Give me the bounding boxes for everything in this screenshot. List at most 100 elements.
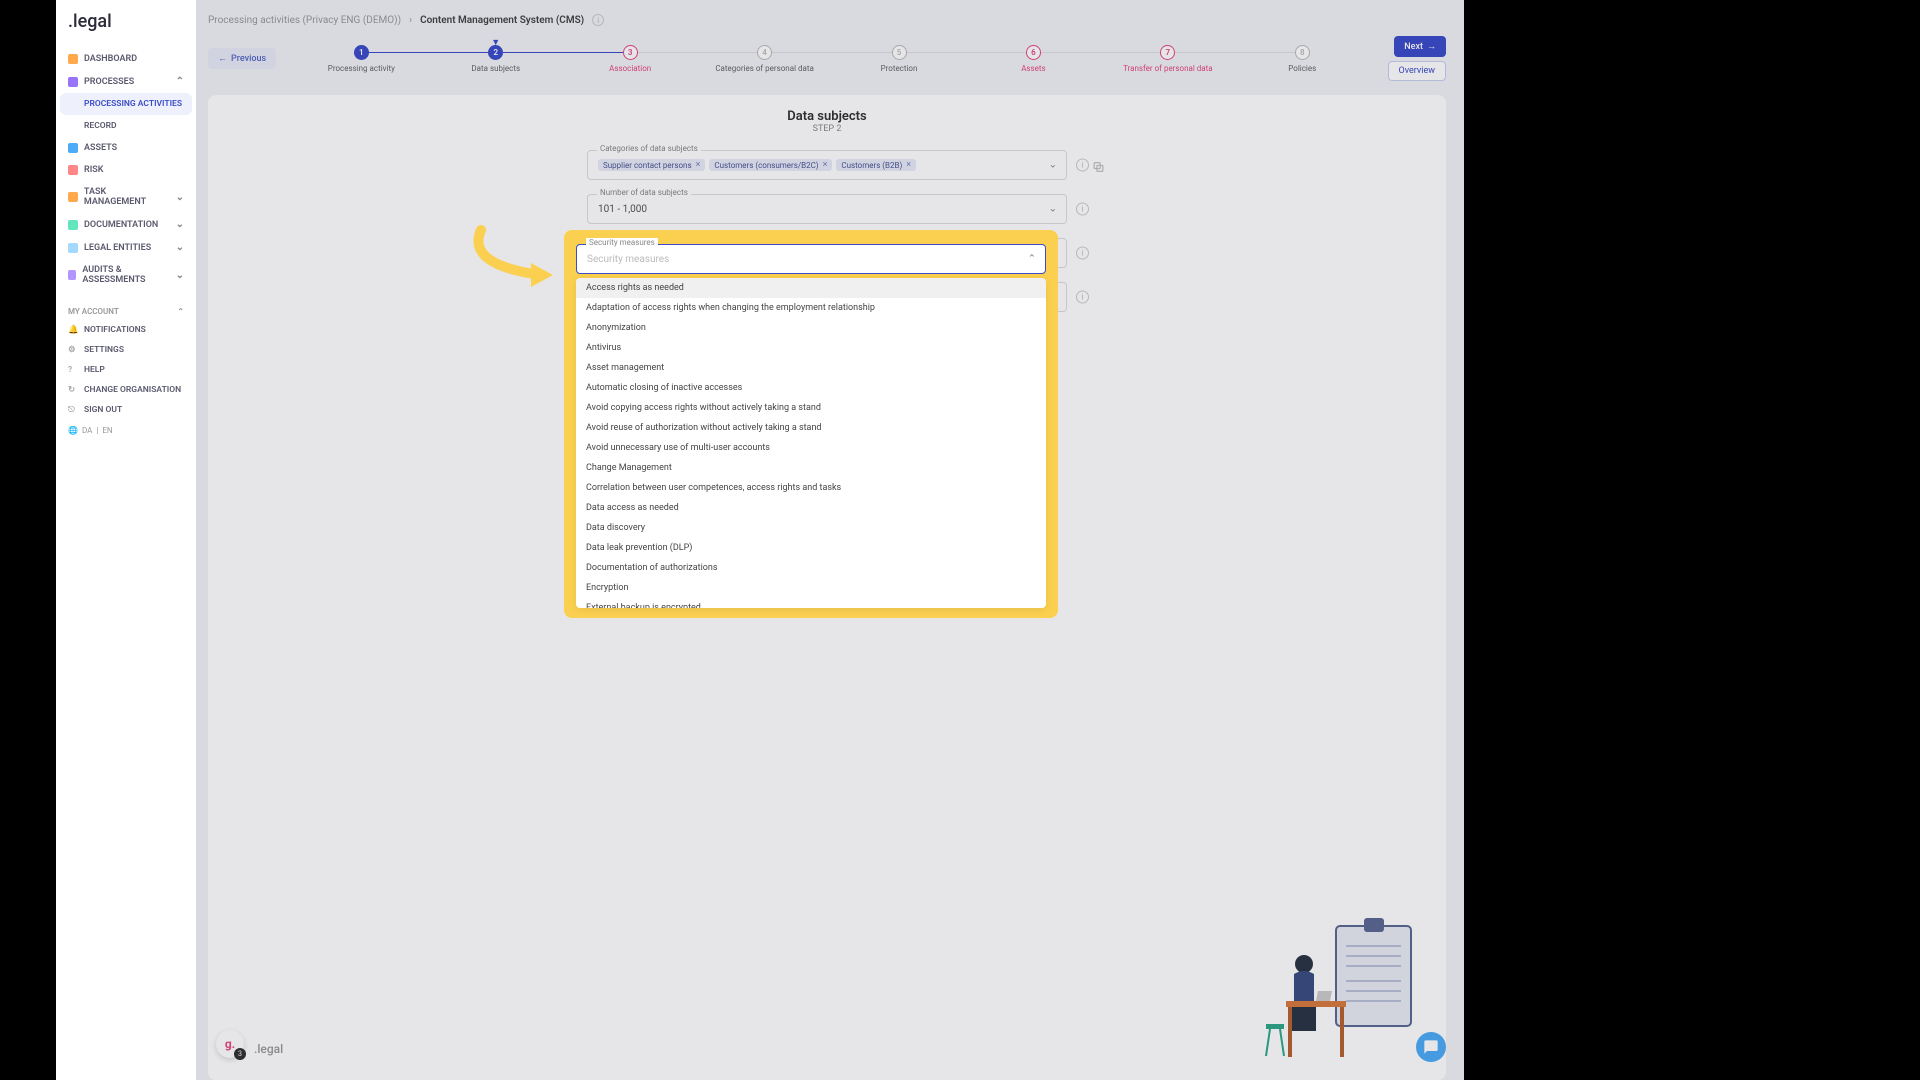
chevron-up-icon[interactable]: ⌃ bbox=[1028, 254, 1036, 265]
nav-label: DASHBOARD bbox=[84, 54, 137, 64]
account-notifications[interactable]: 🔔 NOTIFICATIONS bbox=[60, 320, 192, 340]
step-1[interactable]: 1Processing activity bbox=[294, 45, 428, 73]
dropdown-item[interactable]: Anonymization bbox=[576, 318, 1046, 338]
badge-icon: g. bbox=[225, 1037, 235, 1051]
step-5[interactable]: 5Protection bbox=[832, 45, 966, 73]
lang-en[interactable]: EN bbox=[102, 426, 112, 436]
task-icon bbox=[68, 192, 78, 202]
chevron-down-icon[interactable]: ⌄ bbox=[1049, 160, 1057, 171]
account-label: NOTIFICATIONS bbox=[84, 325, 146, 335]
info-icon[interactable]: i bbox=[592, 14, 604, 26]
dropdown-item[interactable]: Documentation of authorizations bbox=[576, 558, 1046, 578]
overview-button[interactable]: Overview bbox=[1388, 61, 1446, 81]
main: Processing activities (Privacy ENG (DEMO… bbox=[196, 0, 1464, 1080]
nav-label: RECORD bbox=[84, 121, 117, 131]
legal-icon bbox=[68, 243, 78, 253]
nav-task-management[interactable]: TASK MANAGEMENT ⌄ bbox=[60, 181, 192, 213]
dropdown-item[interactable]: Change Management bbox=[576, 458, 1046, 478]
refresh-icon: ↻ bbox=[68, 385, 78, 395]
dropdown-item[interactable]: Data discovery bbox=[576, 518, 1046, 538]
card-step: STEP 2 bbox=[226, 124, 1428, 134]
categories-input[interactable]: Supplier contact persons×Customers (cons… bbox=[587, 150, 1067, 180]
nav-processing-activities[interactable]: PROCESSING ACTIVITIES bbox=[60, 93, 192, 115]
security-input[interactable]: Security measures bbox=[576, 244, 1046, 274]
field-label: Security measures bbox=[586, 238, 658, 247]
num-subjects-input[interactable]: 101 - 1,000 bbox=[587, 194, 1067, 224]
nav-record[interactable]: RECORD bbox=[60, 115, 192, 137]
chip-remove-icon[interactable]: × bbox=[823, 160, 828, 170]
account-change-org[interactable]: ↻ CHANGE ORGANISATION bbox=[60, 380, 192, 400]
chevron-down-icon[interactable]: ⌄ bbox=[1049, 204, 1057, 215]
nav-label: DOCUMENTATION bbox=[84, 220, 158, 230]
arrow-left-icon: ← bbox=[218, 53, 227, 64]
step-circle: 1 bbox=[354, 45, 369, 60]
language-switch[interactable]: 🌐 DA | EN bbox=[60, 420, 192, 442]
step-7[interactable]: 7Transfer of personal data bbox=[1101, 45, 1235, 73]
help-badge[interactable]: g. 3 bbox=[216, 1030, 244, 1058]
chevron-up-icon[interactable]: ⌃ bbox=[177, 307, 184, 316]
account-sign-out[interactable]: ⎋ SIGN OUT bbox=[60, 400, 192, 420]
step-6[interactable]: 6Assets bbox=[966, 45, 1100, 73]
dropdown-item[interactable]: Avoid reuse of authorization without act… bbox=[576, 418, 1046, 438]
info-icon[interactable]: i bbox=[1076, 159, 1089, 172]
step-2[interactable]: ▼2Data subjects bbox=[429, 45, 563, 73]
step-4[interactable]: 4Categories of personal data bbox=[697, 45, 831, 73]
chip: Customers (B2B)× bbox=[836, 159, 916, 171]
nav-dashboard[interactable]: DASHBOARD bbox=[60, 48, 192, 70]
step-circle: 7 bbox=[1160, 45, 1175, 60]
bell-icon: 🔔 bbox=[68, 325, 78, 335]
dropdown-item[interactable]: Antivirus bbox=[576, 338, 1046, 358]
account-help[interactable]: ? HELP bbox=[60, 360, 192, 380]
nav-label: LEGAL ENTITIES bbox=[84, 243, 151, 253]
dropdown-item[interactable]: Data leak prevention (DLP) bbox=[576, 538, 1046, 558]
dropdown-item[interactable]: Asset management bbox=[576, 358, 1046, 378]
previous-button[interactable]: ← Previous bbox=[208, 48, 276, 69]
chat-button[interactable] bbox=[1416, 1032, 1446, 1062]
dropdown-item[interactable]: Adaptation of access rights when changin… bbox=[576, 298, 1046, 318]
step-3[interactable]: 3Association bbox=[563, 45, 697, 73]
risk-icon bbox=[68, 165, 78, 175]
nav-risk[interactable]: RISK bbox=[60, 159, 192, 181]
nav-documentation[interactable]: DOCUMENTATION ⌄ bbox=[60, 213, 192, 236]
lang-da[interactable]: DA bbox=[82, 426, 92, 436]
step-8[interactable]: 8Policies bbox=[1235, 45, 1369, 73]
arrow-right-icon: → bbox=[1427, 41, 1436, 52]
card-title: Data subjects bbox=[226, 109, 1428, 124]
nav-processes[interactable]: PROCESSES ⌃ bbox=[60, 70, 192, 93]
step-circle: 6 bbox=[1026, 45, 1041, 60]
account-label: HELP bbox=[84, 365, 105, 375]
chevron-down-icon: ⌄ bbox=[176, 242, 184, 253]
chip-remove-icon[interactable]: × bbox=[906, 160, 911, 170]
security-dropdown-list: Access rights as neededAdaptation of acc… bbox=[576, 278, 1046, 608]
nav-assets[interactable]: ASSETS bbox=[60, 137, 192, 159]
nav-legal-entities[interactable]: LEGAL ENTITIES ⌄ bbox=[60, 236, 192, 259]
info-icon[interactable]: i bbox=[1076, 203, 1089, 216]
copy-icon[interactable] bbox=[1092, 159, 1105, 172]
dropdown-item[interactable]: Encryption bbox=[576, 578, 1046, 598]
step-circle: 5 bbox=[892, 45, 907, 60]
chip-remove-icon[interactable]: × bbox=[696, 160, 701, 170]
info-icon[interactable]: i bbox=[1076, 247, 1089, 260]
account-label: CHANGE ORGANISATION bbox=[84, 385, 181, 395]
breadcrumb-prev[interactable]: Processing activities (Privacy ENG (DEMO… bbox=[208, 15, 401, 26]
dropdown-item[interactable]: Avoid unnecessary use of multi-user acco… bbox=[576, 438, 1046, 458]
security-dropdown-highlight: Security measures Security measures ⌃ Ac… bbox=[566, 232, 1056, 616]
info-icon[interactable]: i bbox=[1076, 291, 1089, 304]
step-label: Categories of personal data bbox=[715, 64, 813, 73]
dropdown-item[interactable]: Data access as needed bbox=[576, 498, 1046, 518]
nav-audits[interactable]: AUDITS & ASSESSMENTS ⌄ bbox=[60, 259, 192, 291]
stepper: 1Processing activity▼2Data subjects3Asso… bbox=[276, 45, 1387, 73]
dropdown-item[interactable]: Access rights as needed bbox=[576, 278, 1046, 298]
chip: Supplier contact persons× bbox=[598, 159, 705, 171]
illustration bbox=[1236, 906, 1416, 1080]
account-settings[interactable]: ⚙ SETTINGS bbox=[60, 340, 192, 360]
dropdown-item[interactable]: Correlation between user competences, ac… bbox=[576, 478, 1046, 498]
step-circle: 3 bbox=[623, 45, 638, 60]
dropdown-item[interactable]: Automatic closing of inactive accesses bbox=[576, 378, 1046, 398]
next-button[interactable]: Next → bbox=[1394, 36, 1446, 57]
dropdown-item[interactable]: Avoid copying access rights without acti… bbox=[576, 398, 1046, 418]
dropdown-item[interactable]: External backup is encrypted bbox=[576, 598, 1046, 608]
step-label: Data subjects bbox=[471, 64, 520, 73]
step-label: Policies bbox=[1288, 64, 1316, 73]
badge-count: 3 bbox=[234, 1048, 246, 1060]
